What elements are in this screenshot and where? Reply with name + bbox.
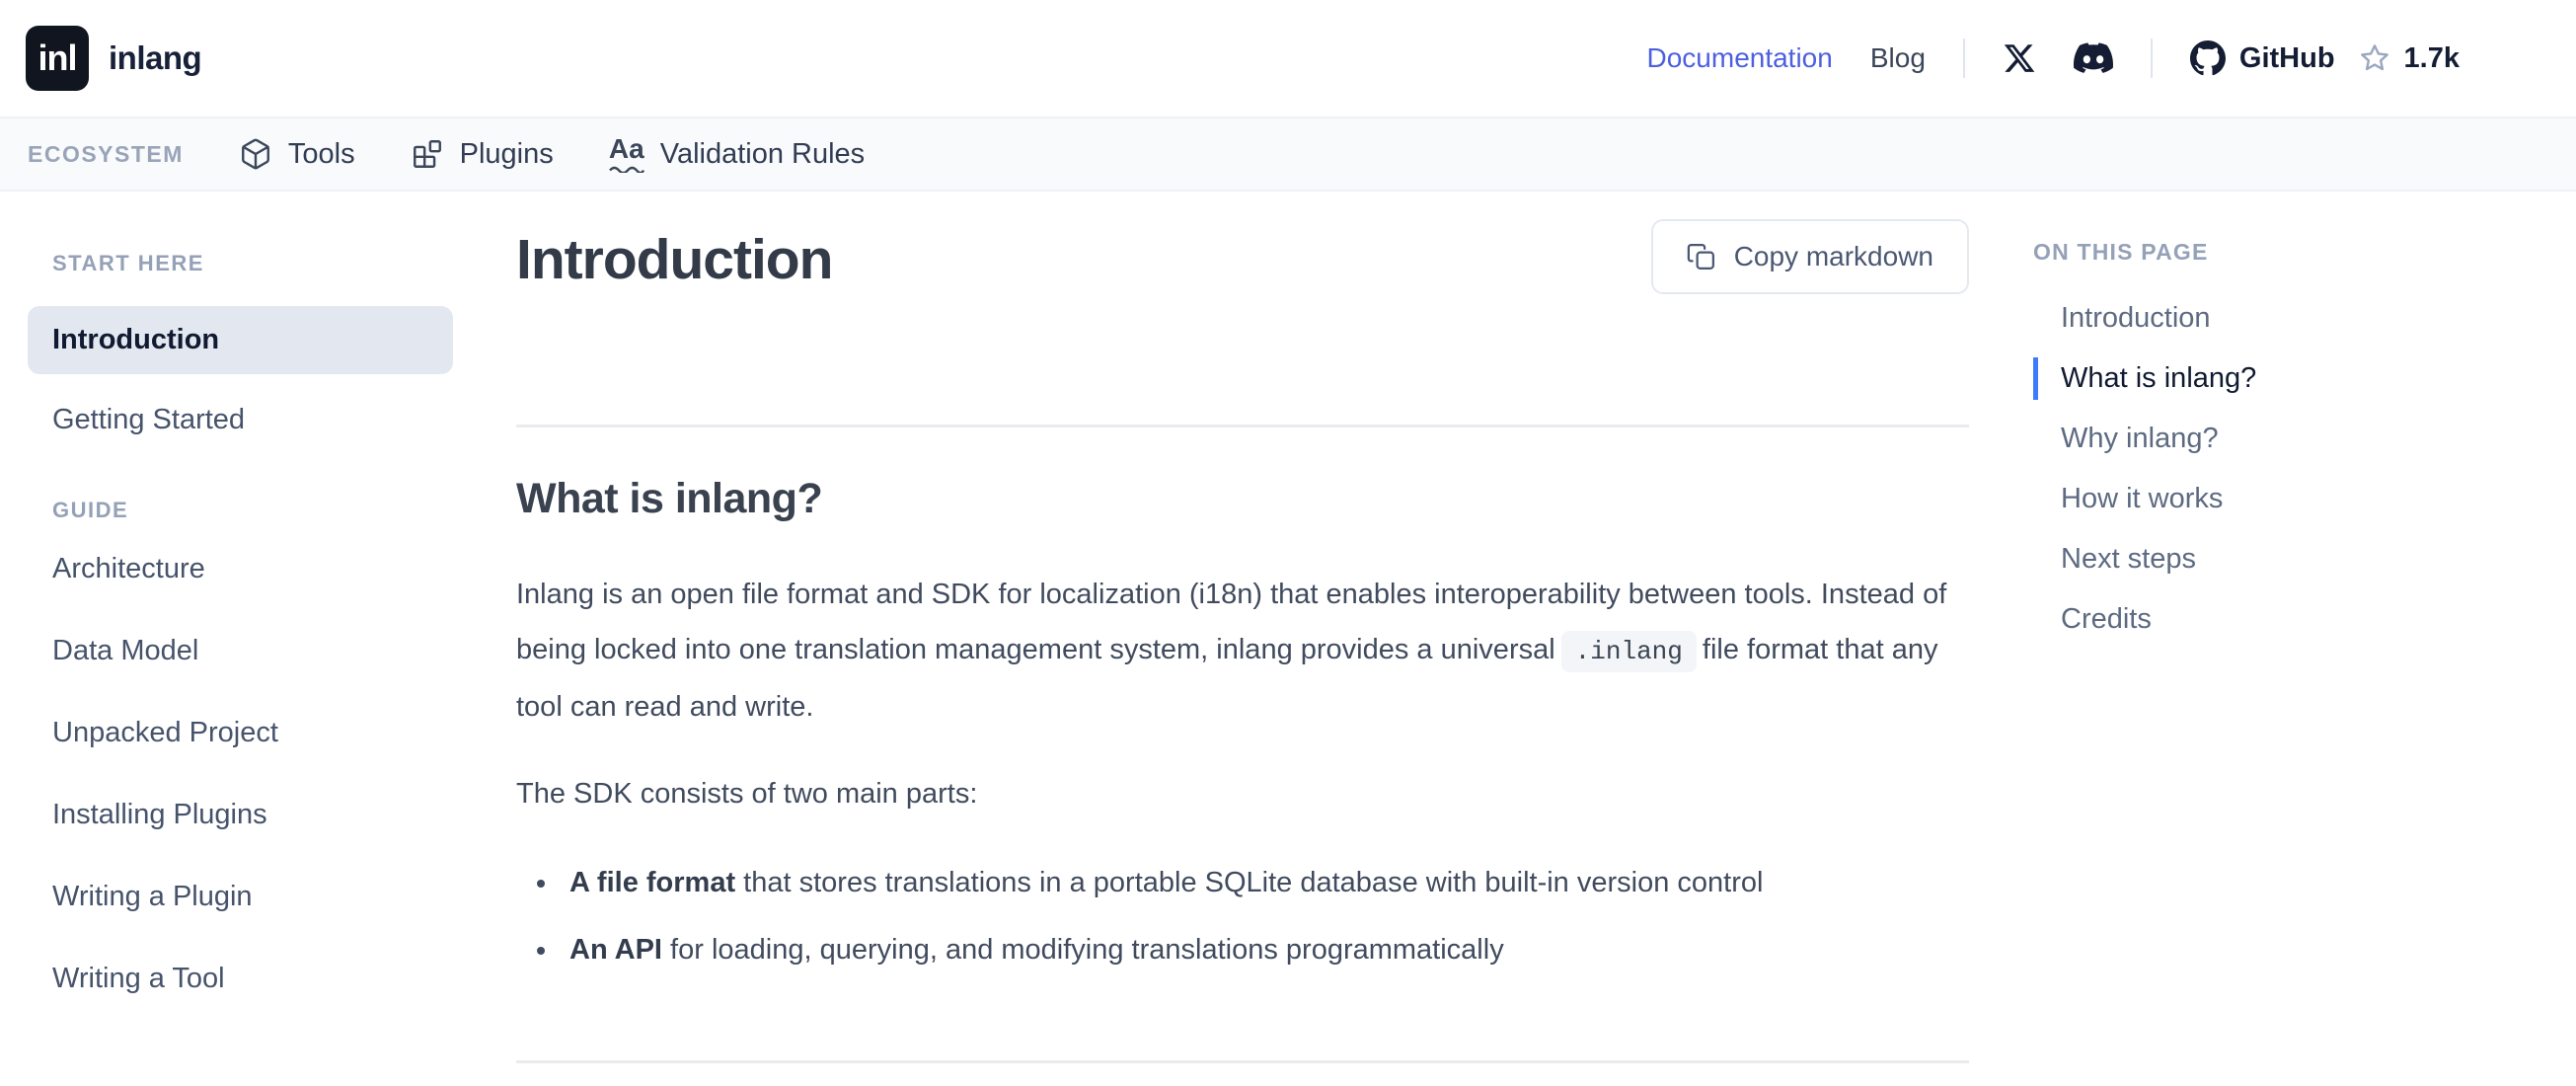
inlang-logo: inl <box>26 26 89 91</box>
ecosystem-item-label: Validation Rules <box>660 138 865 171</box>
sidebar-item-installing-plugins[interactable]: Installing Plugins <box>28 799 453 831</box>
title-row: Introduction Copy markdown <box>516 219 1969 294</box>
sidebar-section-guide: GUIDE Architecture Data Model Unpacked P… <box>28 498 453 995</box>
sidebar-item-data-model[interactable]: Data Model <box>28 635 453 667</box>
toc-item-introduction[interactable]: Introduction <box>2033 297 2576 340</box>
bullet-bold-text: An API <box>569 934 662 966</box>
x-twitter-icon <box>2003 41 2036 75</box>
github-label: GitHub <box>2239 42 2335 75</box>
star-count: 1.7k <box>2404 42 2460 75</box>
ecosystem-bar: ECOSYSTEM Tools Plugins Aa Validation Ru… <box>0 116 2576 192</box>
nav-link-documentation[interactable]: Documentation <box>1647 42 1833 74</box>
ecosystem-item-plugins[interactable]: Plugins <box>411 137 554 171</box>
sidebar-item-writing-a-plugin[interactable]: Writing a Plugin <box>28 881 453 913</box>
toc-title: ON THIS PAGE <box>2033 239 2576 266</box>
sdk-parts-paragraph: The SDK consists of two main parts: <box>516 766 1957 821</box>
discord-link[interactable] <box>2074 42 2113 74</box>
main-content: Introduction Copy markdown What is inlan… <box>489 192 1997 1063</box>
ecosystem-item-label: Tools <box>288 138 355 171</box>
toc-item-next-steps[interactable]: Next steps <box>2033 538 2576 581</box>
sidebar-item-getting-started[interactable]: Getting Started <box>28 404 453 436</box>
inlang-code-chip: .inlang <box>1561 631 1697 672</box>
sdk-parts-list: A file format that stores translations i… <box>560 855 1969 977</box>
content-divider <box>516 425 1969 427</box>
brand-name: inlang <box>109 39 201 77</box>
sidebar-item-writing-a-tool[interactable]: Writing a Tool <box>28 963 453 995</box>
blocks-icon <box>411 137 444 171</box>
top-header: inl inlang Documentation Blog GitHub <box>0 0 2576 116</box>
copy-icon <box>1687 242 1716 272</box>
toc-item-why-inlang[interactable]: Why inlang? <box>2033 418 2576 460</box>
sidebar-item-introduction[interactable]: Introduction <box>28 306 453 374</box>
list-item-file-format: A file format that stores translations i… <box>560 855 1969 910</box>
page-layout: START HERE Introduction Getting Started … <box>0 192 2576 1063</box>
sidebar-section-start-here: START HERE Introduction Getting Started <box>28 251 453 436</box>
logo-text: inl <box>38 38 77 79</box>
x-twitter-link[interactable] <box>2003 41 2036 75</box>
ecosystem-item-validation-rules[interactable]: Aa Validation Rules <box>609 135 865 173</box>
bullet-text: that stores translations in a portable S… <box>735 867 1763 898</box>
nav-link-blog[interactable]: Blog <box>1870 42 1926 74</box>
discord-icon <box>2074 42 2113 74</box>
ecosystem-item-label: Plugins <box>460 138 554 171</box>
star-outline-icon <box>2359 42 2390 74</box>
github-icon <box>2190 40 2226 76</box>
sidebar-section-title: START HERE <box>28 251 453 276</box>
header-divider <box>2151 39 2153 78</box>
brand[interactable]: inl inlang <box>26 26 201 91</box>
on-this-page-toc: ON THIS PAGE Introduction What is inlang… <box>1997 192 2576 1063</box>
section-heading-what-is-inlang: What is inlang? <box>516 475 1969 523</box>
bullet-bold-text: A file format <box>569 867 735 898</box>
bottom-divider <box>516 1060 1969 1063</box>
github-link[interactable]: GitHub 1.7k <box>2190 40 2460 76</box>
page-title: Introduction <box>516 227 832 292</box>
spellcheck-icon: Aa <box>609 135 644 173</box>
toc-item-credits[interactable]: Credits <box>2033 598 2576 641</box>
sidebar-section-title: GUIDE <box>28 498 453 523</box>
toc-item-what-is-inlang[interactable]: What is inlang? <box>2033 357 2576 400</box>
sidebar-item-unpacked-project[interactable]: Unpacked Project <box>28 717 453 749</box>
ecosystem-label: ECOSYSTEM <box>28 141 184 168</box>
docs-sidebar: START HERE Introduction Getting Started … <box>0 192 489 1063</box>
copy-markdown-button[interactable]: Copy markdown <box>1651 219 1969 294</box>
ecosystem-item-tools[interactable]: Tools <box>239 137 355 171</box>
list-item-api: An API for loading, querying, and modify… <box>560 922 1969 977</box>
copy-markdown-label: Copy markdown <box>1734 241 1933 272</box>
bullet-text: for loading, querying, and modifying tra… <box>662 934 1504 966</box>
header-nav: Documentation Blog GitHub 1.7k <box>1647 39 2461 78</box>
toc-item-how-it-works[interactable]: How it works <box>2033 478 2576 520</box>
header-divider <box>1963 39 1965 78</box>
sidebar-item-architecture[interactable]: Architecture <box>28 553 453 585</box>
cube-icon <box>239 137 272 171</box>
intro-paragraph: Inlang is an open file format and SDK fo… <box>516 567 1957 735</box>
